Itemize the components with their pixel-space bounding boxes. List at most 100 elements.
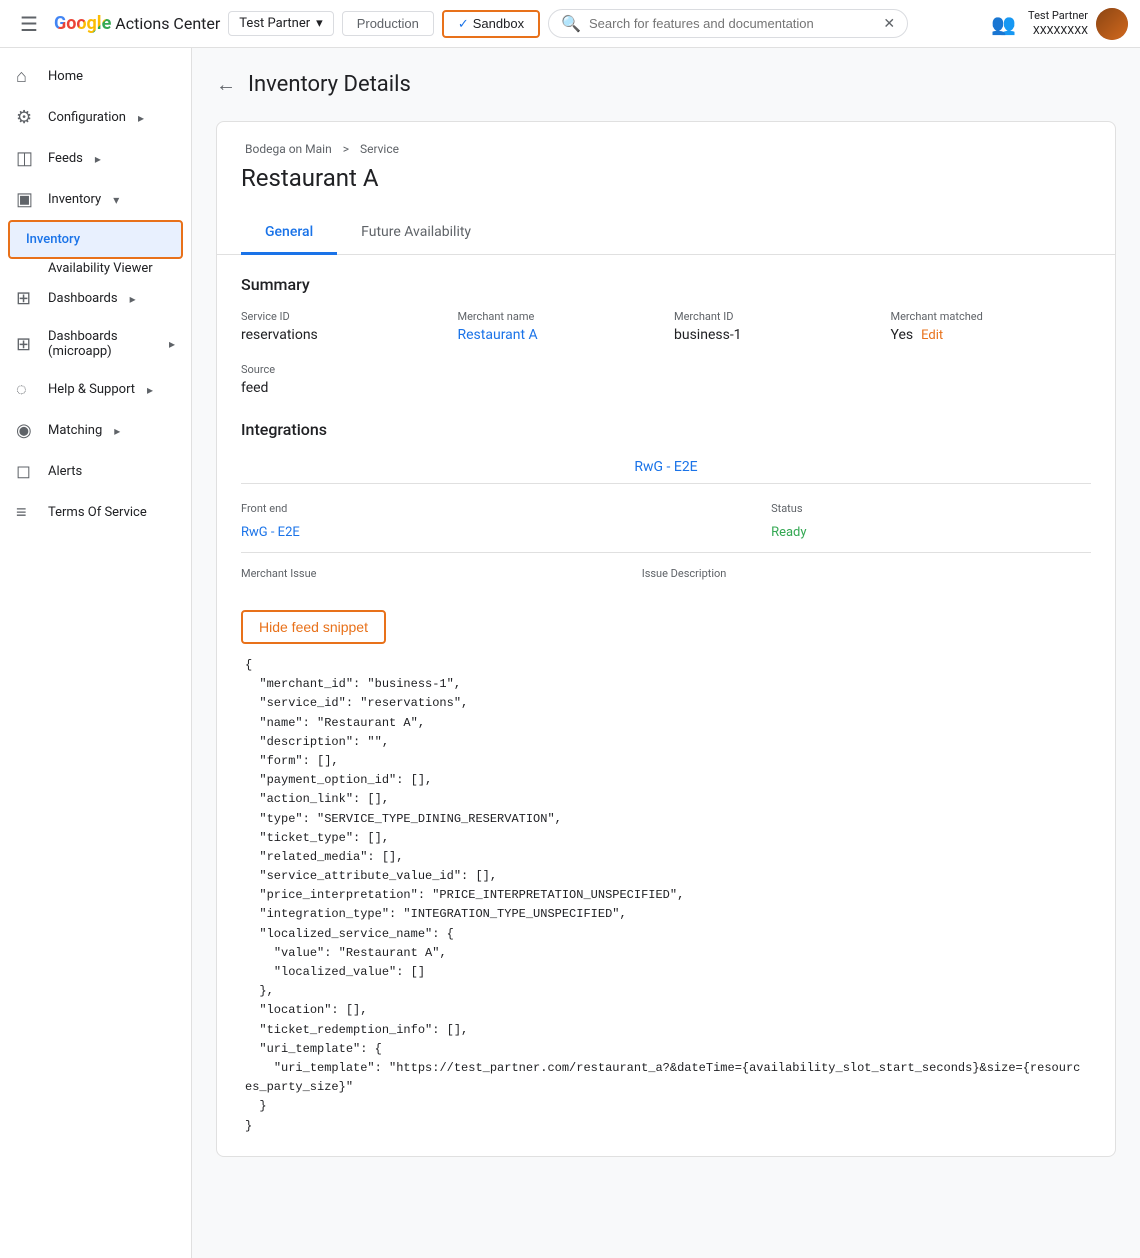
production-button[interactable]: Production [342,11,434,36]
avatar-image [1096,8,1128,40]
home-icon: ⌂ [16,66,36,87]
page-header: ← Inventory Details [216,72,1116,97]
merchant-matched-yes: Yes [891,327,914,343]
breadcrumb-part1: Bodega on Main [245,142,332,156]
col-header-frontend: Front end [241,496,771,521]
sidebar-item-configuration[interactable]: ⚙ Configuration ▸ [0,97,191,138]
clear-search-icon[interactable]: ✕ [883,16,895,32]
dashboards-icon: ⊞ [16,288,36,309]
sidebar-label-dashboards: Dashboards [48,291,118,306]
merchant-matched-label: Merchant matched [891,310,1092,323]
sidebar-item-home[interactable]: ⌂ Home [0,56,183,97]
source-label: Source [241,363,1091,376]
people-icon[interactable]: 👥 [991,12,1016,36]
dashboards-microapp-icon: ⊞ [16,334,36,355]
merchant-name-label: Merchant name [458,310,659,323]
status-ready: Ready [771,521,1091,544]
inventory-parent-icon: ▣ [16,189,36,210]
sidebar-label-dashboards-microapp: Dashboards (microapp) [48,329,157,359]
col-header-status: Status [771,496,1091,521]
hamburger-menu[interactable]: ☰ [12,4,46,44]
user-menu[interactable]: Test Partner XXXXXXXX [1028,8,1128,40]
tab-general[interactable]: General [241,212,337,255]
expand-icon-inventory: ▾ [113,193,119,207]
sidebar-item-matching[interactable]: ◉ Matching ▸ [0,410,191,451]
service-id-value: reservations [241,327,442,343]
sidebar-label-terms: Terms Of Service [48,505,147,520]
feeds-icon: ◫ [16,148,36,169]
google-logo: Google [54,13,111,34]
breadcrumb-part2: Service [360,142,399,156]
sandbox-button[interactable]: ✓ Sandbox [442,10,540,38]
search-input[interactable] [589,16,875,31]
content-card: Bodega on Main > Service Restaurant A Ge… [216,121,1116,1157]
search-bar: 🔍 ✕ [548,9,908,38]
sidebar-item-feeds[interactable]: ◫ Feeds ▸ [0,138,191,179]
back-button[interactable]: ← [216,72,236,97]
merchant-name: Restaurant A [241,164,1091,192]
service-id-label: Service ID [241,310,442,323]
sidebar-item-dashboards-microapp[interactable]: ⊞ Dashboards (microapp) ▸ [0,319,191,369]
sidebar: ⌂ Home ⚙ Configuration ▸ ◫ Feeds ▸ ▣ Inv… [0,48,192,1258]
sidebar-label-availability-viewer: Availability Viewer [48,261,153,276]
merchant-matched-value: Yes Edit [891,327,1092,343]
sidebar-item-availability-viewer[interactable]: Availability Viewer [0,259,191,278]
sidebar-label-home: Home [48,69,83,84]
main-content: ← Inventory Details Bodega on Main > Ser… [192,48,1140,1258]
frontend-link[interactable]: RwG - E2E [241,525,300,540]
sidebar-item-dashboards[interactable]: ⊞ Dashboards ▸ [0,278,191,319]
summary-grid: Service ID reservations Merchant name Re… [241,310,1091,343]
tab-future-availability[interactable]: Future Availability [337,212,495,255]
sidebar-label-feeds: Feeds [48,151,83,166]
sidebar-item-alerts[interactable]: ◻ Alerts [0,451,183,492]
card-inner: Bodega on Main > Service Restaurant A Ge… [217,122,1115,1156]
sidebar-item-inventory-parent[interactable]: ▣ Inventory ▾ [0,179,191,220]
breadcrumb: Bodega on Main > Service [241,142,1091,156]
merchant-id-value: business-1 [674,327,875,343]
integration-rwg-link[interactable]: RwG - E2E [241,451,1091,484]
expand-icon-matching: ▸ [114,424,120,438]
expand-icon: ▸ [138,111,144,125]
sidebar-label-inventory: Inventory [26,232,80,247]
integrations-title: Integrations [241,420,1091,439]
field-service-id: Service ID reservations [241,310,442,343]
terms-icon: ≡ [16,502,36,523]
hide-feed-snippet-button[interactable]: Hide feed snippet [241,610,386,644]
integration-table: Front end Status RwG - E2E Ready [241,496,1091,544]
chevron-down-icon: ▾ [316,16,323,31]
field-merchant-name: Merchant name Restaurant A [458,310,659,343]
merchant-id-label: Merchant ID [674,310,875,323]
sidebar-item-terms[interactable]: ≡ Terms Of Service [0,492,183,533]
tab-bar: General Future Availability [217,212,1115,255]
top-navigation: ☰ Google Actions Center Test Partner ▾ P… [0,0,1140,48]
expand-icon-help: ▸ [147,383,153,397]
breadcrumb-separator: > [343,142,349,156]
sidebar-label-alerts: Alerts [48,464,82,479]
gear-icon: ⚙ [16,107,36,128]
source-row: Source feed [241,363,1091,396]
col-issue-desc: Issue Description [642,561,1091,586]
expand-icon-feeds: ▸ [95,152,101,166]
merchant-issue-value [241,586,642,594]
sidebar-item-inventory[interactable]: Inventory [8,220,183,259]
nav-right: 👥 Test Partner XXXXXXXX [991,8,1128,40]
edit-merchant-matched-link[interactable]: Edit [921,328,943,343]
alerts-icon: ◻ [16,461,36,482]
json-snippet: { "merchant_id": "business-1", "service_… [241,656,1091,1136]
sidebar-item-help-support[interactable]: ◌ Help & Support ▸ [0,369,191,410]
merchant-name-value[interactable]: Restaurant A [458,327,538,343]
integration-divider [241,552,1091,553]
partner-selector[interactable]: Test Partner ▾ [228,11,333,36]
sidebar-label-inventory-parent: Inventory [48,192,101,207]
partner-name: Test Partner [239,16,310,31]
summary-title: Summary [241,275,1091,294]
issue-table: Merchant Issue Issue Description [241,561,1091,594]
matching-icon: ◉ [16,420,36,441]
table-row: RwG - E2E Ready [241,521,1091,544]
sandbox-label: Sandbox [473,16,524,31]
user-id: XXXXXXXX [1033,24,1088,38]
sidebar-label-configuration: Configuration [48,110,126,125]
issue-row [241,586,1091,594]
check-icon: ✓ [458,16,469,32]
app-logo: Google Actions Center [54,13,220,34]
